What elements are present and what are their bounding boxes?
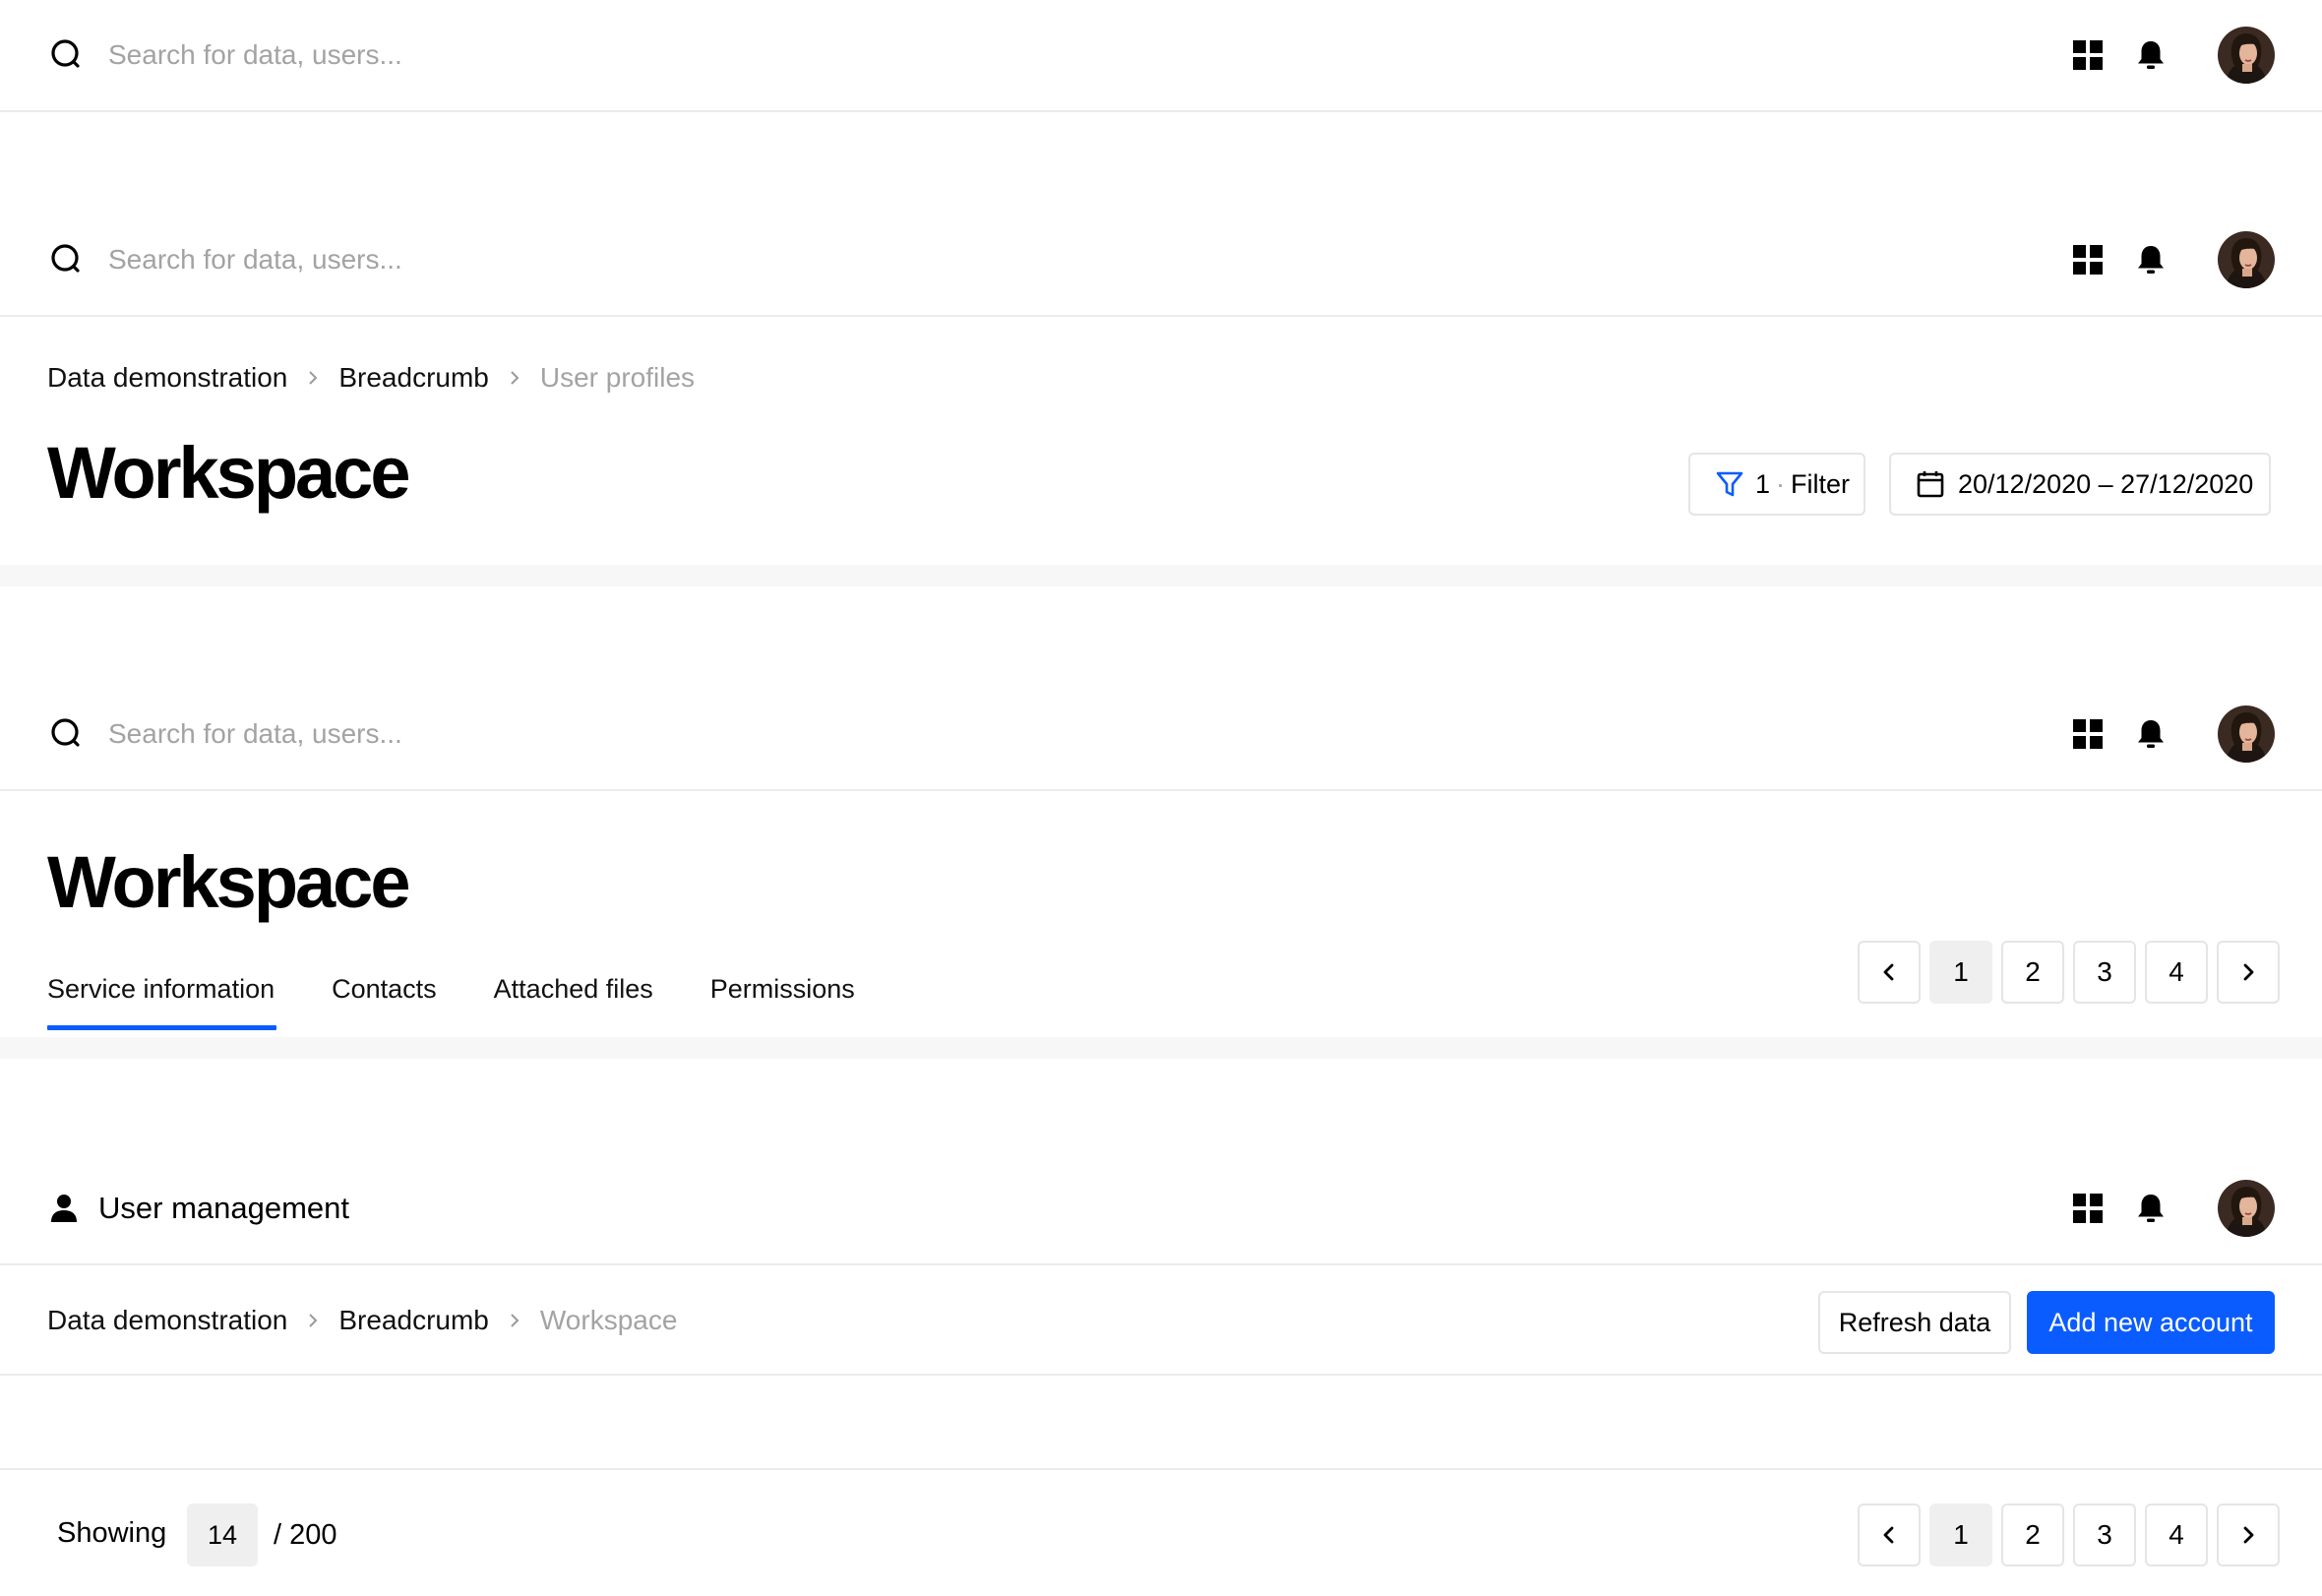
- breadcrumb-item[interactable]: Breadcrumb: [338, 362, 489, 394]
- breadcrumb: Data demonstration Breadcrumb Workspace: [47, 1305, 677, 1336]
- bell-icon[interactable]: [2129, 238, 2172, 281]
- avatar[interactable]: [2218, 1180, 2275, 1237]
- pagination-page[interactable]: 4: [2145, 1504, 2208, 1566]
- pagination-next-button[interactable]: [2217, 941, 2280, 1004]
- pagination-prev-button[interactable]: [1858, 941, 1921, 1004]
- pagination-page[interactable]: 2: [2001, 1504, 2064, 1566]
- avatar[interactable]: [2218, 706, 2275, 763]
- search-icon: [47, 35, 87, 75]
- bell-icon[interactable]: [2129, 712, 2172, 756]
- footer-bar: Showing 14 / 200 1 2 3 4: [0, 1468, 2322, 1596]
- chevron-left-icon: [1878, 961, 1900, 983]
- pagination-page[interactable]: 1: [1929, 941, 1992, 1004]
- filter-count: 1: [1755, 468, 1771, 499]
- search-input[interactable]: [108, 244, 797, 276]
- pagination-page[interactable]: 1: [1929, 1504, 1992, 1566]
- filter-label: Filter: [1791, 468, 1851, 499]
- pagination-prev-button[interactable]: [1858, 1504, 1921, 1566]
- pagination: 1 2 3 4: [1858, 1504, 2280, 1566]
- page-title: Workspace: [47, 841, 410, 923]
- refresh-data-button[interactable]: Refresh data: [1818, 1291, 2011, 1354]
- breadcrumb-item[interactable]: Data demonstration: [47, 1305, 287, 1336]
- top-header-3: [0, 679, 2322, 791]
- calendar-icon: [1917, 471, 1944, 498]
- total-count: / 200: [274, 1519, 337, 1551]
- header-actions: [2066, 27, 2275, 84]
- chevron-left-icon: [1878, 1524, 1900, 1546]
- apps-grid-icon[interactable]: [2066, 712, 2109, 756]
- top-header-4: User management: [0, 1153, 2322, 1265]
- chevron-right-icon: [303, 1311, 323, 1330]
- per-page-input[interactable]: 14: [187, 1504, 258, 1566]
- filter-icon: [1716, 471, 1743, 497]
- pagination-page[interactable]: 4: [2145, 941, 2208, 1004]
- section-divider: [0, 565, 2322, 586]
- filter-dot: ·: [1776, 468, 1786, 499]
- section-divider: [0, 1037, 2322, 1059]
- bell-icon[interactable]: [2129, 1187, 2172, 1230]
- header-actions: [2066, 706, 2275, 763]
- pagination: 1 2 3 4: [1858, 941, 2280, 1004]
- header-actions: [2066, 1180, 2275, 1237]
- search-bar: [47, 35, 2066, 75]
- apps-grid-icon[interactable]: [2066, 33, 2109, 77]
- chevron-right-icon: [303, 368, 323, 388]
- page-title: Workspace: [47, 432, 410, 514]
- breadcrumb-bar: Data demonstration Breadcrumb Workspace …: [0, 1267, 2322, 1376]
- top-header-1: [0, 0, 2322, 112]
- tab-attached-files[interactable]: Attached files: [494, 974, 653, 1030]
- pagination-page[interactable]: 3: [2073, 941, 2136, 1004]
- chevron-right-icon: [505, 1311, 524, 1330]
- apps-grid-icon[interactable]: [2066, 1187, 2109, 1230]
- apps-grid-icon[interactable]: [2066, 238, 2109, 281]
- search-icon: [47, 714, 87, 754]
- pagination-page[interactable]: 2: [2001, 941, 2064, 1004]
- tab-contacts[interactable]: Contacts: [332, 974, 437, 1030]
- showing-label: Showing: [57, 1517, 167, 1549]
- header-title: User management: [98, 1191, 350, 1225]
- add-new-account-button[interactable]: Add new account: [2027, 1291, 2275, 1354]
- chevron-right-icon: [2237, 961, 2259, 983]
- tab-bar: Service information Contacts Attached fi…: [47, 974, 912, 1030]
- date-range-value: 20/12/2020 – 27/12/2020: [1958, 468, 2254, 499]
- tab-service-information[interactable]: Service information: [47, 974, 277, 1030]
- chevron-right-icon: [2237, 1524, 2259, 1546]
- search-bar: [47, 714, 2066, 754]
- search-input[interactable]: [108, 718, 797, 750]
- breadcrumb-item[interactable]: Breadcrumb: [338, 1305, 489, 1336]
- header-actions: [2066, 231, 2275, 288]
- bell-icon[interactable]: [2129, 33, 2172, 77]
- search-bar: [47, 240, 2066, 279]
- tab-permissions[interactable]: Permissions: [710, 974, 855, 1030]
- avatar[interactable]: [2218, 231, 2275, 288]
- top-header-2: [0, 205, 2322, 317]
- header-title-group: User management: [47, 1191, 2066, 1226]
- pagination-next-button[interactable]: [2217, 1504, 2280, 1566]
- chevron-right-icon: [505, 368, 524, 388]
- avatar[interactable]: [2218, 27, 2275, 84]
- user-icon: [51, 1195, 77, 1222]
- breadcrumb-current: Workspace: [539, 1305, 678, 1335]
- pagination-page[interactable]: 3: [2073, 1504, 2136, 1566]
- date-range-button[interactable]: 20/12/2020 – 27/12/2020: [1889, 453, 2271, 516]
- filter-button[interactable]: 1 · Filter: [1688, 453, 1865, 516]
- breadcrumb: Data demonstration Breadcrumb User profi…: [47, 362, 695, 394]
- breadcrumb-item[interactable]: Data demonstration: [47, 362, 287, 394]
- search-icon: [47, 240, 87, 279]
- breadcrumb-current: User profiles: [539, 362, 696, 393]
- search-input[interactable]: [108, 39, 797, 71]
